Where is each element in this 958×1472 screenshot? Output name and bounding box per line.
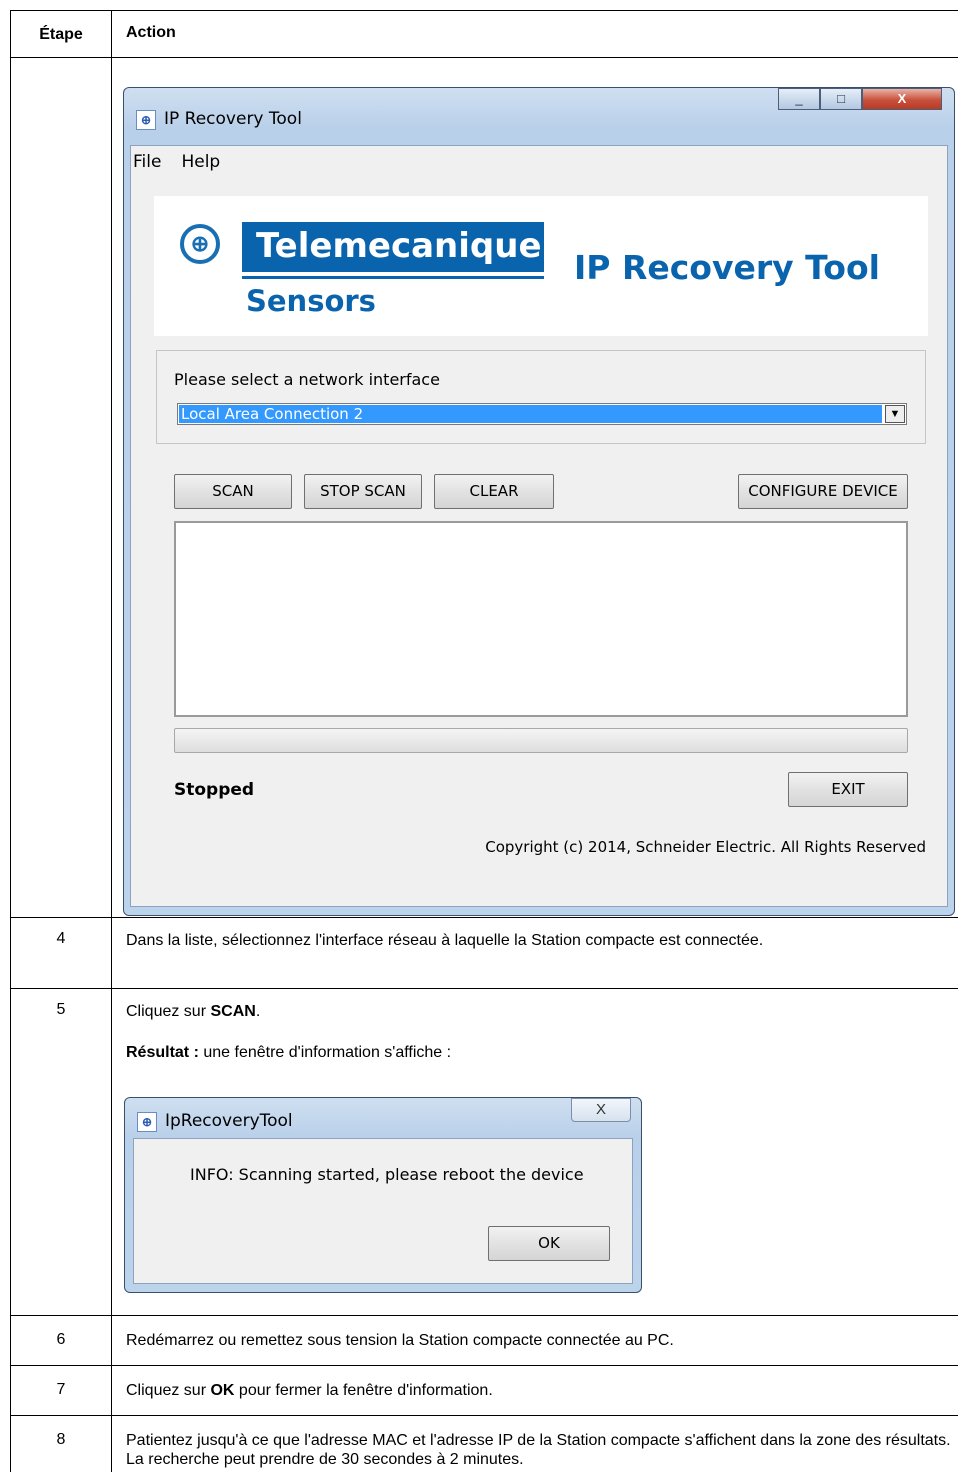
window-title: IP Recovery Tool [164, 109, 302, 129]
dialog-title: IpRecoveryTool [165, 1111, 293, 1131]
interface-label: Please select a network interface [174, 370, 440, 389]
results-list[interactable] [174, 521, 908, 717]
configure-device-button[interactable]: CONFIGURE DEVICE [738, 474, 908, 509]
ok-button[interactable]: OK [488, 1226, 610, 1261]
step-number: 7 [56, 1381, 66, 1398]
telemecanique-logo-icon: ⊕ [180, 224, 220, 264]
step-number: 8 [56, 1431, 66, 1448]
scan-progress-bar [174, 728, 908, 753]
info-dialog: ⊕ IpRecoveryTool X INFO: Scanning starte… [124, 1097, 642, 1293]
minimize-button[interactable]: _ [778, 88, 820, 110]
menu-bar: File Help [133, 152, 240, 172]
step-number: 5 [56, 1001, 66, 1018]
clear-button[interactable]: CLEAR [434, 474, 554, 509]
brand-banner: ⊕ Telemecanique Sensors IP Recovery Tool [154, 196, 928, 336]
exit-button[interactable]: EXIT [788, 772, 908, 807]
status-text: Stopped [174, 780, 255, 800]
menu-file[interactable]: File [133, 152, 161, 172]
step-text: Cliquez sur SCAN. [126, 1003, 261, 1020]
step-text: Patientez jusqu'à ce que l'adresse MAC e… [126, 1432, 951, 1468]
ip-recovery-tool-window: ⊕ IP Recovery Tool _ □ X File Help ⊕ Tele… [123, 87, 955, 916]
header-step: Étape [39, 26, 83, 43]
result-text: Résultat : une fenêtre d'information s'a… [126, 1044, 452, 1061]
product-title: IP Recovery Tool [574, 248, 880, 287]
copyright-text: Copyright (c) 2014, Schneider Electric. … [485, 838, 926, 856]
dialog-close-button[interactable]: X [571, 1098, 631, 1122]
interface-select[interactable]: Local Area Connection 2 ▼ [177, 403, 907, 425]
table-row: 6 Redémarrez ou remettez sous tension la… [10, 1315, 958, 1366]
chevron-down-icon[interactable]: ▼ [885, 405, 905, 423]
table-row: 4 Dans la liste, sélectionnez l'interfac… [10, 917, 958, 989]
stop-scan-button[interactable]: STOP SCAN [304, 474, 422, 509]
table-row: 8 Patientez jusqu'à ce que l'adresse MAC… [10, 1415, 958, 1472]
brand-underline [242, 276, 544, 279]
brand-sub: Sensors [246, 284, 376, 318]
header-action: Action [126, 24, 176, 41]
interface-select-value: Local Area Connection 2 [179, 405, 882, 423]
table-header-row: Étape Action [10, 10, 958, 58]
scan-button[interactable]: SCAN [174, 474, 292, 509]
brand-name: Telemecanique [242, 222, 544, 272]
dialog-message: INFO: Scanning started, please reboot th… [190, 1165, 584, 1184]
step-text: Dans la liste, sélectionnez l'interface … [126, 932, 764, 949]
maximize-button[interactable]: □ [820, 88, 862, 110]
table-row: 7 Cliquez sur OK pour fermer la fenêtre … [10, 1365, 958, 1416]
menu-help[interactable]: Help [181, 152, 220, 172]
step-text: Redémarrez ou remettez sous tension la S… [126, 1332, 674, 1349]
app-icon: ⊕ [136, 110, 156, 130]
step-number: 4 [56, 930, 66, 947]
dialog-app-icon: ⊕ [137, 1112, 157, 1132]
close-button[interactable]: X [862, 88, 942, 110]
step-number: 6 [56, 1331, 66, 1348]
network-interface-group: Please select a network interface Local … [156, 350, 926, 444]
step-text: Cliquez sur OK pour fermer la fenêtre d'… [126, 1382, 493, 1399]
dialog-client-area: INFO: Scanning started, please reboot th… [133, 1138, 633, 1284]
